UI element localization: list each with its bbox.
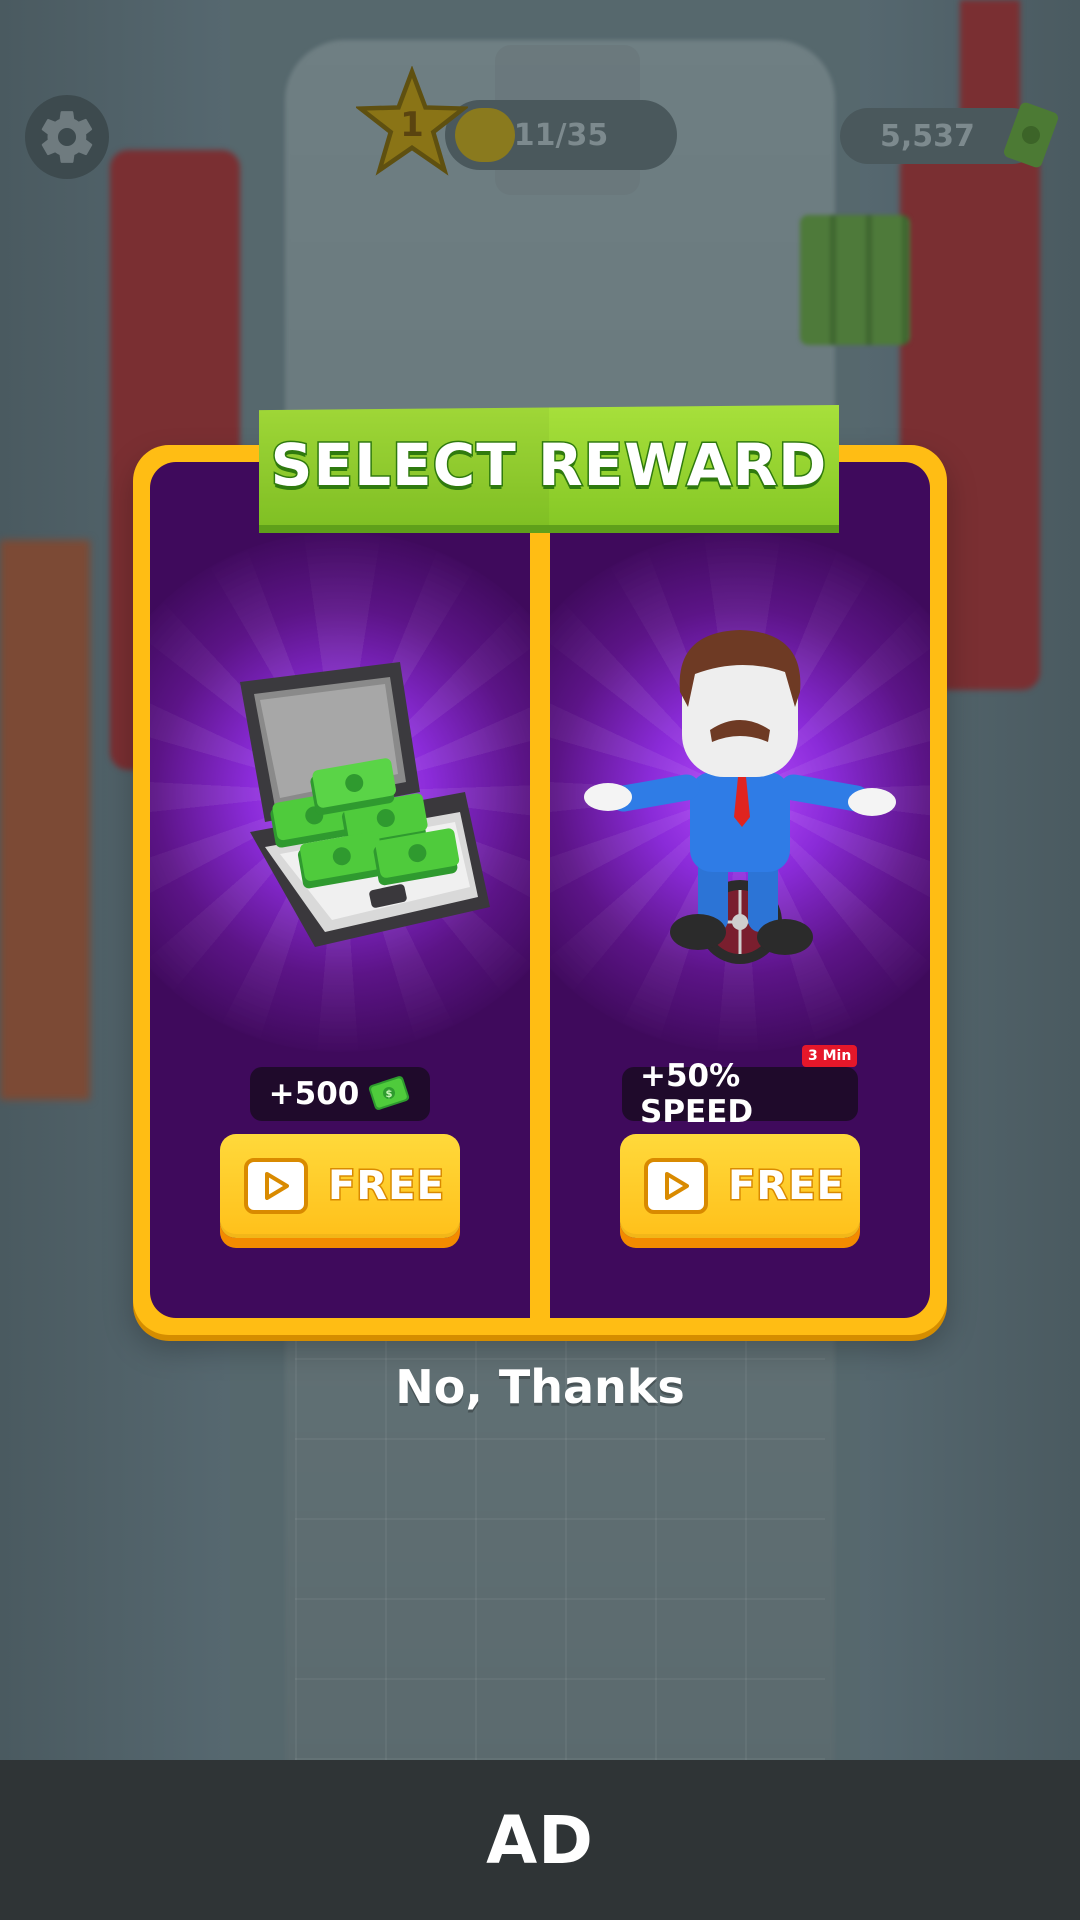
free-speed-button[interactable]: FREE — [620, 1134, 860, 1238]
reward-option-speed: 3 Min +50% SPEED FREE — [550, 462, 930, 1318]
select-reward-popup: +500 $ FREE 3 Min +50% SPEED FREE — [133, 445, 947, 1335]
no-thanks-button[interactable]: No, Thanks — [0, 1360, 1080, 1414]
speed-boost-text: +50% SPEED — [640, 1058, 754, 1130]
panel-divider — [530, 462, 550, 1318]
select-reward-banner: SELECT REWARD — [259, 405, 839, 533]
cash-icon: $ — [369, 1076, 410, 1110]
level-number: 1 — [400, 105, 424, 145]
settings-button[interactable] — [25, 95, 109, 179]
free-cash-button[interactable]: FREE — [220, 1134, 460, 1238]
free-button-label: FREE — [727, 1162, 846, 1211]
ad-banner[interactable]: AD — [0, 1760, 1080, 1920]
popup-title: SELECT REWARD — [269, 430, 828, 501]
reward-amount-text: +500 — [268, 1076, 360, 1112]
cash-amount: 5,537 — [880, 118, 975, 154]
svg-text:$: $ — [386, 1089, 393, 1100]
popup-panels: +500 $ FREE 3 Min +50% SPEED FREE — [150, 462, 930, 1318]
left-scenery-block — [0, 540, 90, 1100]
reward-option-cash: +500 $ FREE — [150, 462, 530, 1318]
cash-icon — [1003, 102, 1059, 168]
reward-amount-pill: +500 $ — [250, 1067, 430, 1121]
road-tiles — [295, 1280, 825, 1760]
level-progress-text: 11/35 — [513, 117, 609, 153]
briefcase-of-cash-image — [240, 662, 490, 947]
play-video-icon — [644, 1158, 708, 1214]
ad-label: AD — [486, 1801, 594, 1879]
unicycle-character-image — [584, 630, 896, 964]
gear-icon — [41, 111, 93, 163]
free-button-label: FREE — [327, 1162, 446, 1211]
speed-boost-pill: +50% SPEED — [622, 1058, 858, 1130]
money-stack — [800, 215, 910, 345]
play-video-icon — [244, 1158, 308, 1214]
